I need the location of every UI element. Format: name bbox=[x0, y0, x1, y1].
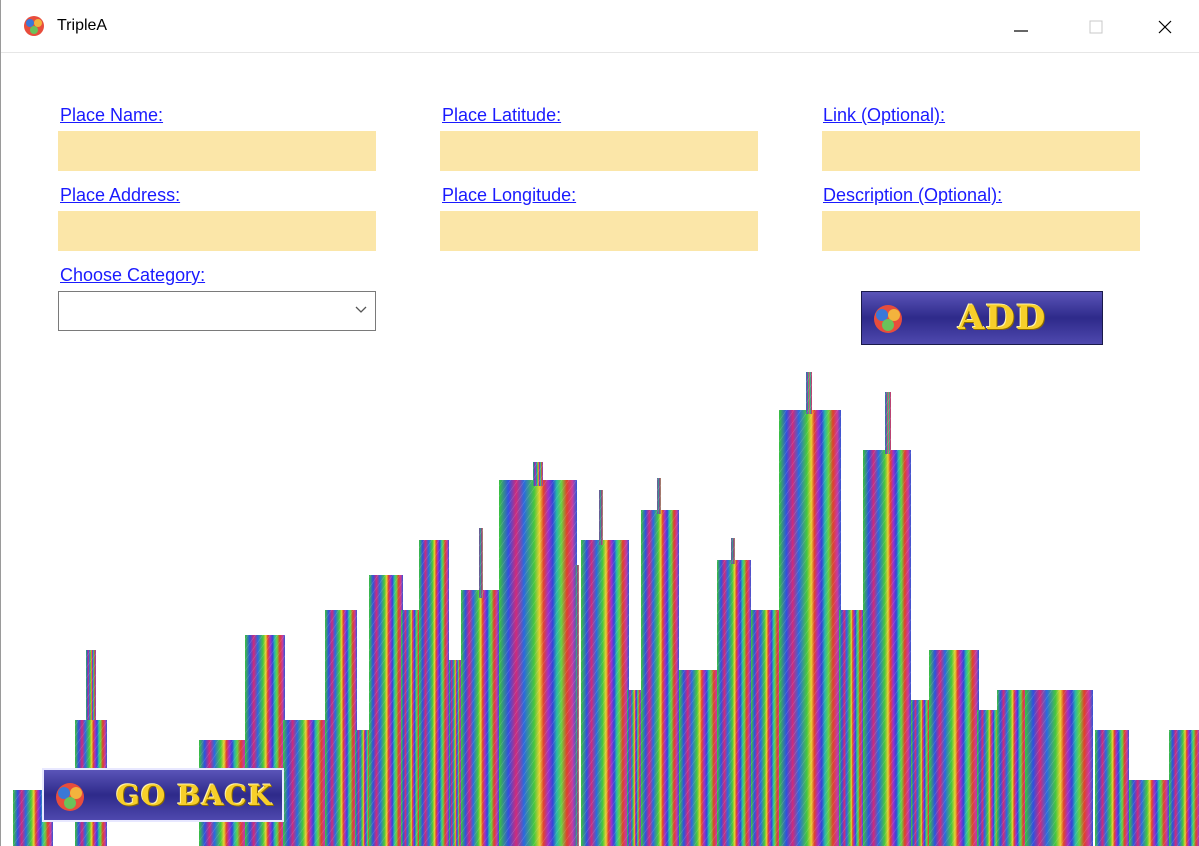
chevron-down-icon bbox=[355, 306, 367, 313]
description-label: Description (Optional): bbox=[823, 185, 1003, 205]
place-longitude-label: Place Longitude: bbox=[442, 185, 577, 205]
go-back-button[interactable]: GO BACK bbox=[42, 768, 284, 822]
link-input[interactable] bbox=[822, 131, 1140, 171]
maximize-icon bbox=[1089, 20, 1103, 34]
maximize-button[interactable] bbox=[1073, 10, 1119, 44]
minimize-button[interactable] bbox=[998, 10, 1044, 44]
link-label: Link (Optional): bbox=[823, 105, 946, 125]
app-window: TripleA Place Name: Place Address: Choos… bbox=[0, 0, 1199, 846]
title-bar[interactable]: TripleA bbox=[1, 0, 1199, 53]
triplea-logo-icon bbox=[24, 16, 44, 36]
place-address-input[interactable] bbox=[58, 211, 376, 251]
place-longitude-input[interactable] bbox=[440, 211, 758, 251]
close-icon bbox=[1158, 20, 1172, 34]
add-button[interactable]: ADD bbox=[861, 291, 1103, 345]
category-dropdown[interactable] bbox=[58, 291, 376, 331]
triplea-logo-icon bbox=[56, 783, 84, 811]
place-latitude-input[interactable] bbox=[440, 131, 758, 171]
close-button[interactable] bbox=[1142, 10, 1188, 44]
window-title: TripleA bbox=[57, 17, 108, 34]
triplea-logo-icon bbox=[874, 305, 902, 333]
add-button-label: ADD bbox=[958, 298, 1047, 338]
description-input[interactable] bbox=[822, 211, 1140, 251]
place-name-label: Place Name: bbox=[60, 105, 164, 125]
choose-category-label: Choose Category: bbox=[60, 265, 206, 285]
go-back-button-label: GO BACK bbox=[116, 779, 274, 812]
minimize-icon bbox=[1014, 30, 1028, 32]
place-latitude-label: Place Latitude: bbox=[442, 105, 562, 125]
place-address-label: Place Address: bbox=[60, 185, 181, 205]
place-name-input[interactable] bbox=[58, 131, 376, 171]
